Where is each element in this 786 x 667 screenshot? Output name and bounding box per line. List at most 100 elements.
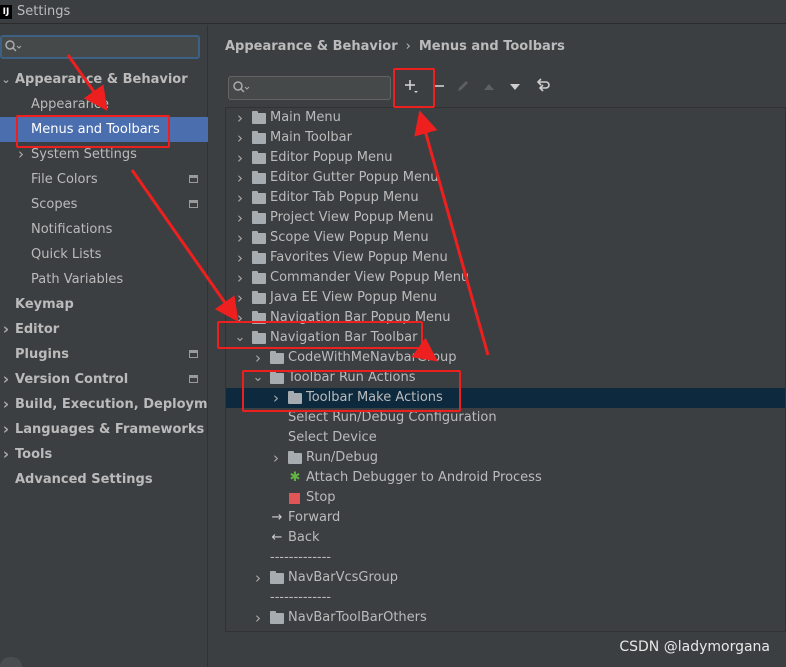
folder-icon: [252, 291, 266, 304]
chevron-right-icon[interactable]: ›: [1, 317, 11, 342]
chevron-right-icon[interactable]: ›: [252, 608, 264, 628]
tree-row[interactable]: › Main Menu: [226, 108, 785, 128]
chevron-right-icon[interactable]: ›: [1, 367, 11, 392]
sidebar-item[interactable]: Scopes: [0, 192, 208, 217]
move-down-button[interactable]: [504, 77, 526, 99]
add-button[interactable]: [400, 77, 422, 99]
folder-icon: [252, 111, 266, 124]
sidebar-item[interactable]: Menus and Toolbars: [0, 117, 208, 142]
tree-row[interactable]: › Toolbar Make Actions: [226, 388, 785, 408]
sidebar-item[interactable]: › Editor: [0, 317, 208, 342]
tree-row[interactable]: › Favorites View Popup Menu: [226, 248, 785, 268]
folder-icon: [252, 171, 266, 184]
sidebar-item[interactable]: Plugins: [0, 342, 208, 367]
tree-row[interactable]: ← Back: [226, 528, 785, 548]
tree-row[interactable]: › Project View Popup Menu: [226, 208, 785, 228]
tree-row[interactable]: -------------: [226, 588, 785, 608]
sidebar-item[interactable]: Appearance: [0, 92, 208, 117]
tree-row[interactable]: › Java EE View Popup Menu: [226, 288, 785, 308]
edit-button[interactable]: [452, 77, 474, 99]
breadcrumb-separator: ›: [405, 39, 411, 54]
chevron-right-icon[interactable]: ›: [234, 148, 246, 168]
chevron-down-icon[interactable]: ⌄: [252, 368, 264, 388]
chevron-right-icon[interactable]: ›: [234, 128, 246, 148]
chevron-down-icon[interactable]: ⌄: [234, 328, 246, 348]
chevron-right-icon[interactable]: ›: [252, 568, 264, 588]
arrow-right-icon: →: [271, 510, 283, 525]
sidebar-item[interactable]: › System Settings: [0, 142, 208, 167]
chevron-right-icon[interactable]: ›: [234, 268, 246, 288]
sidebar-item[interactable]: File Colors: [0, 167, 208, 192]
tree-separator: -------------: [270, 550, 331, 565]
tree-row[interactable]: → Forward: [226, 508, 785, 528]
breadcrumb-parent[interactable]: Appearance & Behavior: [225, 39, 398, 54]
chevron-right-icon[interactable]: ›: [1, 442, 11, 467]
chevron-down-icon[interactable]: ⌄: [1, 67, 11, 92]
sidebar-item[interactable]: Path Variables: [0, 267, 208, 292]
minus-icon: [433, 80, 445, 96]
tree-row-label: Project View Popup Menu: [270, 210, 434, 225]
tree-row[interactable]: Select Run/Debug Configuration: [226, 408, 785, 428]
chevron-right-icon[interactable]: ›: [234, 188, 246, 208]
tree-row[interactable]: › Editor Gutter Popup Menu: [226, 168, 785, 188]
remove-button[interactable]: [428, 77, 450, 99]
sidebar-item-label: Menus and Toolbars: [31, 122, 160, 137]
tree-row[interactable]: ⌄ Toolbar Run Actions: [226, 368, 785, 388]
sidebar-item[interactable]: Notifications: [0, 217, 208, 242]
pencil-icon: [456, 79, 470, 97]
chevron-right-icon[interactable]: ›: [1, 417, 11, 442]
restore-button[interactable]: [532, 77, 554, 99]
sidebar-item[interactable]: Quick Lists: [0, 242, 208, 267]
tree-row[interactable]: › Editor Tab Popup Menu: [226, 188, 785, 208]
tree-row[interactable]: › CodeWithMeNavbarGroup: [226, 348, 785, 368]
chevron-right-icon[interactable]: ›: [234, 248, 246, 268]
tree-row[interactable]: › NavBarToolBarOthers: [226, 608, 785, 628]
chevron-right-icon[interactable]: ›: [252, 348, 264, 368]
chevron-right-icon[interactable]: ›: [234, 228, 246, 248]
folder-icon: [252, 191, 266, 204]
folder-icon: [252, 131, 266, 144]
chevron-right-icon[interactable]: ›: [270, 388, 282, 408]
tree-row[interactable]: › Navigation Bar Popup Menu: [226, 308, 785, 328]
chevron-right-icon[interactable]: ›: [234, 208, 246, 228]
tree-row-label: Java EE View Popup Menu: [270, 290, 438, 305]
sidebar-item[interactable]: Keymap: [0, 292, 208, 317]
tree-row[interactable]: › Commander View Popup Menu: [226, 268, 785, 288]
tree-search-input[interactable]: [228, 76, 391, 100]
sidebar-item-label: Build, Execution, Deployment: [15, 397, 232, 412]
chevron-right-icon[interactable]: ›: [234, 288, 246, 308]
sidebar-item[interactable]: › Build, Execution, Deployment: [0, 392, 232, 417]
sidebar-item[interactable]: ⌄ Appearance & Behavior: [0, 67, 208, 92]
sidebar-item[interactable]: › Tools: [0, 442, 208, 467]
tree-row[interactable]: Select Device: [226, 428, 785, 448]
sidebar-item-label: System Settings: [31, 147, 137, 162]
tree-row[interactable]: › Main Toolbar: [226, 128, 785, 148]
sidebar-item-label: Tools: [15, 447, 53, 462]
sidebar-item[interactable]: Advanced Settings: [0, 467, 208, 492]
chevron-right-icon[interactable]: ›: [234, 108, 246, 128]
chevron-right-icon[interactable]: ›: [270, 448, 282, 468]
chevron-right-icon[interactable]: ›: [1, 392, 11, 417]
folder-icon: [252, 271, 266, 284]
tree-row-label: Back: [288, 530, 320, 545]
tree-row[interactable]: ⌄ Navigation Bar Toolbar: [226, 328, 785, 348]
sidebar-item-label: Advanced Settings: [15, 472, 153, 487]
tree-row-label: Forward: [288, 510, 341, 525]
folder-icon: [252, 251, 266, 264]
tree-row[interactable]: -------------: [226, 548, 785, 568]
chevron-right-icon[interactable]: ›: [234, 168, 246, 188]
tree-row[interactable]: › Scope View Popup Menu: [226, 228, 785, 248]
move-up-button[interactable]: [478, 77, 500, 99]
folder-icon: [270, 371, 284, 384]
tree-row[interactable]: ✱ Attach Debugger to Android Process: [226, 468, 785, 488]
chevron-right-icon[interactable]: ›: [234, 308, 246, 328]
tree-row[interactable]: › Editor Popup Menu: [226, 148, 785, 168]
sidebar-item[interactable]: › Languages & Frameworks: [0, 417, 208, 442]
tree-row[interactable]: Stop: [226, 488, 785, 508]
tree-row[interactable]: › NavBarVcsGroup: [226, 568, 785, 588]
sidebar-item-label: Scopes: [31, 197, 78, 212]
chevron-right-icon[interactable]: ›: [16, 142, 26, 167]
sidebar-search-input[interactable]: [0, 35, 200, 59]
tree-row[interactable]: › Run/Debug: [226, 448, 785, 468]
sidebar-item[interactable]: › Version Control: [0, 367, 208, 392]
